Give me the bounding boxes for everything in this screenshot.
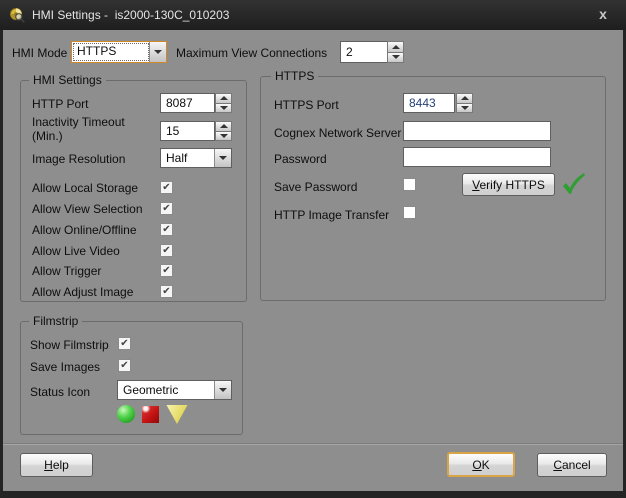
allow-local-storage-label: Allow Local Storage	[32, 181, 138, 195]
allow-view-selection-checkbox[interactable]: ✔	[160, 202, 173, 215]
spin-up-icon[interactable]	[215, 121, 232, 132]
inactivity-timeout-label: Inactivity Timeout	[32, 115, 125, 129]
save-password-checkbox[interactable]	[403, 178, 416, 191]
https-port-input[interactable]: 8443	[403, 93, 455, 113]
cancel-button-label: Cancel	[553, 458, 590, 472]
allow-adjust-image-label: Allow Adjust Image	[32, 285, 133, 299]
https-port-stepper[interactable]	[456, 93, 473, 113]
allow-trigger-label: Allow Trigger	[32, 264, 101, 278]
hmi-settings-dialog: HMI Settings - is2000-130C_010203 x HMI …	[0, 0, 626, 498]
window-title: HMI Settings - is2000-130C_010203	[32, 8, 229, 22]
password-input[interactable]	[403, 147, 551, 167]
ok-button[interactable]: OK	[447, 452, 515, 477]
password-label: Password	[274, 152, 327, 166]
http-port-input[interactable]: 8087	[160, 93, 215, 113]
image-resolution-dropdown[interactable]: Half	[160, 148, 232, 168]
inactivity-timeout-stepper[interactable]	[215, 121, 232, 141]
max-view-connections-stepper[interactable]	[387, 41, 404, 63]
spin-down-icon[interactable]	[456, 104, 473, 114]
save-images-label: Save Images	[30, 360, 100, 374]
hmi-mode-value: HTTPS	[72, 42, 149, 62]
allow-adjust-image-checkbox[interactable]: ✔	[160, 285, 173, 298]
title-bar[interactable]: HMI Settings - is2000-130C_010203 x	[0, 0, 626, 30]
hmi-settings-group-title: HMI Settings	[29, 73, 106, 87]
cognex-network-server-input[interactable]	[403, 121, 551, 141]
spin-down-icon[interactable]	[215, 132, 232, 142]
cognex-network-server-label: Cognex Network Server	[274, 126, 401, 140]
allow-local-storage-checkbox[interactable]: ✔	[160, 181, 173, 194]
status-icon-dropdown[interactable]: Geometric	[117, 380, 232, 400]
allow-trigger-checkbox[interactable]: ✔	[160, 264, 173, 277]
show-filmstrip-label: Show Filmstrip	[30, 338, 109, 352]
chevron-down-icon[interactable]	[214, 149, 231, 167]
help-button[interactable]: Help	[20, 453, 93, 477]
max-view-connections-label: Maximum View Connections	[176, 46, 327, 60]
spin-up-icon[interactable]	[456, 93, 473, 104]
show-filmstrip-checkbox[interactable]: ✔	[118, 337, 131, 350]
save-images-checkbox[interactable]: ✔	[118, 359, 131, 372]
hmi-mode-label: HMI Mode	[12, 46, 67, 60]
red-square-icon	[142, 406, 159, 423]
save-password-label: Save Password	[274, 180, 357, 194]
inactivity-timeout-label-units: (Min.)	[32, 129, 63, 143]
max-view-connections-input[interactable]: 2	[340, 41, 388, 63]
hmi-mode-dropdown[interactable]: HTTPS	[71, 41, 167, 63]
help-button-label: Help	[44, 458, 69, 472]
spin-down-icon[interactable]	[387, 53, 404, 64]
spin-down-icon[interactable]	[215, 104, 232, 114]
http-port-stepper[interactable]	[215, 93, 232, 113]
allow-live-video-label: Allow Live Video	[32, 244, 120, 258]
verify-https-button[interactable]: Verify HTTPS	[462, 173, 555, 196]
https-group-title: HTTPS	[271, 69, 318, 83]
allow-online-offline-label: Allow Online/Offline	[32, 223, 137, 237]
cancel-button[interactable]: Cancel	[537, 453, 607, 477]
allow-view-selection-label: Allow View Selection	[32, 202, 143, 216]
spin-up-icon[interactable]	[387, 41, 404, 53]
close-button[interactable]: x	[592, 5, 614, 25]
verify-https-button-label: Verify HTTPS	[472, 178, 545, 192]
http-image-transfer-checkbox[interactable]	[403, 206, 416, 219]
https-port-label: HTTPS Port	[274, 98, 339, 112]
filmstrip-group-title: Filmstrip	[29, 314, 82, 328]
chevron-down-icon[interactable]	[214, 381, 231, 399]
green-circle-icon	[117, 405, 135, 423]
image-resolution-label: Image Resolution	[32, 152, 125, 166]
footer-separator	[3, 443, 623, 445]
allow-live-video-checkbox[interactable]: ✔	[160, 244, 173, 257]
status-icon-value: Geometric	[118, 381, 214, 399]
inactivity-timeout-input[interactable]: 15	[160, 121, 215, 141]
status-icon-label: Status Icon	[30, 385, 90, 399]
spin-up-icon[interactable]	[215, 93, 232, 104]
http-image-transfer-label: HTTP Image Transfer	[274, 208, 389, 222]
http-port-label: HTTP Port	[32, 97, 88, 111]
allow-online-offline-checkbox[interactable]: ✔	[160, 223, 173, 236]
ok-button-label: OK	[472, 458, 489, 472]
green-checkmark-icon	[560, 171, 586, 197]
chevron-down-icon[interactable]	[149, 42, 166, 62]
insight-magnifier-icon	[9, 7, 25, 23]
image-resolution-value: Half	[161, 149, 214, 167]
